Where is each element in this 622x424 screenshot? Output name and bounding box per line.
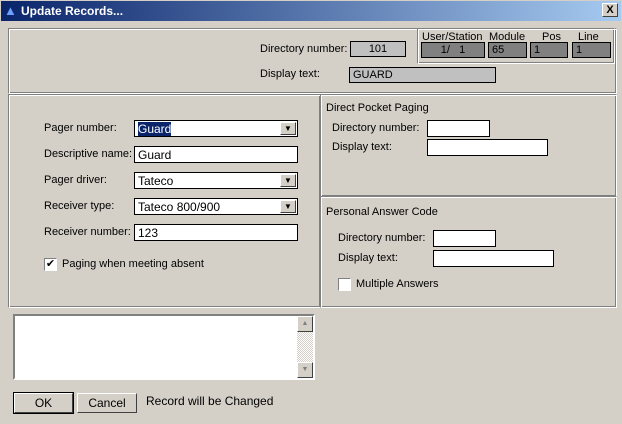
paging-absent-label: Paging when meeting absent bbox=[62, 258, 204, 270]
pager-number-dropdown[interactable]: Guard ▼ bbox=[134, 120, 298, 137]
notes-textarea[interactable] bbox=[13, 314, 315, 380]
dpp-title: Direct Pocket Paging bbox=[326, 102, 429, 114]
cancel-button[interactable]: Cancel bbox=[77, 393, 137, 413]
descriptive-name-label: Descriptive name: bbox=[44, 148, 133, 160]
window-title: Update Records... bbox=[21, 4, 124, 18]
pac-display-label: Display text: bbox=[338, 252, 398, 264]
pager-driver-label: Pager driver: bbox=[44, 174, 107, 186]
pager-number-label: Pager number: bbox=[44, 122, 117, 134]
display-text-value: GUARD bbox=[349, 67, 496, 83]
directory-number-value: 101 bbox=[350, 41, 406, 57]
ok-button[interactable]: OK bbox=[13, 392, 74, 414]
pac-directory-input[interactable] bbox=[433, 230, 496, 247]
line-value: 1 bbox=[572, 42, 611, 58]
dpp-directory-input[interactable] bbox=[427, 120, 490, 137]
scroll-down-icon[interactable]: ▼ bbox=[297, 362, 313, 378]
pac-title: Personal Answer Code bbox=[326, 206, 438, 218]
display-text-label: Display text: bbox=[260, 68, 320, 80]
chevron-down-icon[interactable]: ▼ bbox=[280, 122, 296, 135]
pos-value: 1 bbox=[530, 42, 568, 58]
directory-number-label: Directory number: bbox=[260, 43, 348, 55]
pager-number-value: Guard bbox=[138, 122, 172, 136]
module-value: 65 bbox=[488, 42, 527, 58]
receiver-type-label: Receiver type: bbox=[44, 200, 115, 212]
status-text: Record will be Changed bbox=[146, 394, 274, 408]
receiver-type-dropdown[interactable]: Tateco 800/900 ▼ bbox=[134, 198, 298, 215]
chevron-down-icon[interactable]: ▼ bbox=[280, 174, 296, 187]
user-station-value: 1/ 1 bbox=[421, 42, 485, 58]
chevron-down-icon[interactable]: ▼ bbox=[280, 200, 296, 213]
app-icon: ▲ bbox=[4, 3, 17, 18]
pac-directory-label: Directory number: bbox=[338, 232, 426, 244]
scroll-up-icon[interactable]: ▲ bbox=[297, 316, 313, 332]
title-bar: Update Records... bbox=[0, 0, 622, 22]
descriptive-name-input[interactable]: Guard bbox=[134, 146, 298, 163]
paging-absent-checkbox[interactable]: ✔ bbox=[44, 258, 57, 271]
dpp-directory-label: Directory number: bbox=[332, 122, 420, 134]
pager-driver-value: Tateco bbox=[138, 174, 174, 188]
receiver-number-label: Receiver number: bbox=[44, 226, 131, 238]
dpp-display-input[interactable] bbox=[427, 139, 548, 156]
multiple-answers-label: Multiple Answers bbox=[356, 278, 439, 290]
multiple-answers-checkbox[interactable] bbox=[338, 278, 351, 291]
receiver-type-value: Tateco 800/900 bbox=[138, 200, 221, 214]
close-button[interactable]: X bbox=[602, 3, 618, 17]
dpp-display-label: Display text: bbox=[332, 141, 392, 153]
receiver-number-input[interactable]: 123 bbox=[134, 224, 298, 241]
pac-display-input[interactable] bbox=[433, 250, 554, 267]
pager-driver-dropdown[interactable]: Tateco ▼ bbox=[134, 172, 298, 189]
